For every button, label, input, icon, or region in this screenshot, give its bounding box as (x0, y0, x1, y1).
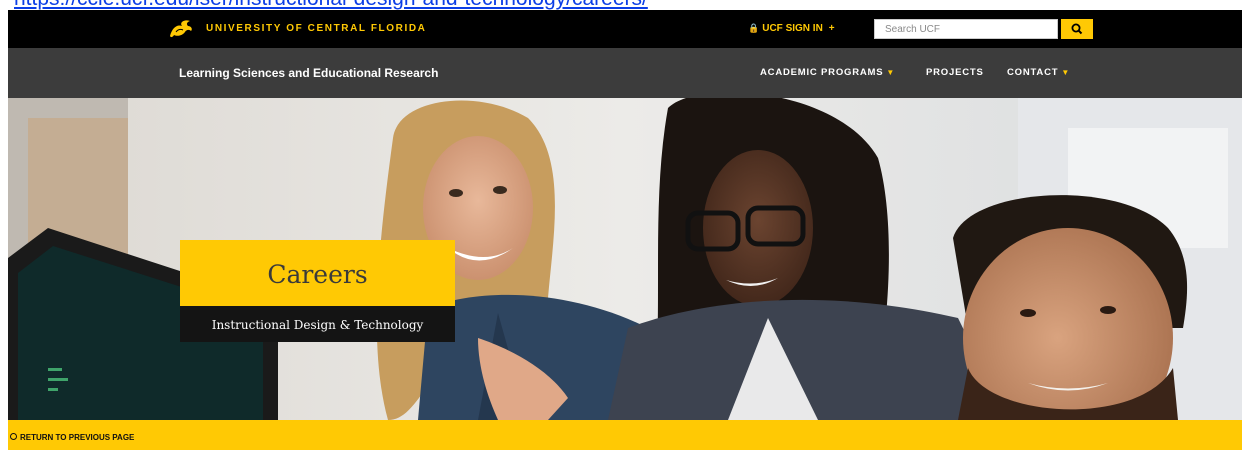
nav-item-projects[interactable]: PROJECTS (926, 67, 984, 78)
return-bar: RETURN TO PREVIOUS PAGE (8, 420, 1242, 450)
return-to-previous-page-link[interactable]: RETURN TO PREVIOUS PAGE (10, 433, 134, 442)
nav-item-label: ACADEMIC PROGRAMS (760, 67, 884, 78)
lock-icon: 🔒 (748, 23, 760, 33)
return-label: RETURN TO PREVIOUS PAGE (20, 433, 135, 442)
site-nav: Learning Sciences and Educational Resear… (8, 48, 1242, 98)
hero-banner: Careers Instructional Design & Technolog… (8, 98, 1242, 420)
site-title[interactable]: Learning Sciences and Educational Resear… (179, 66, 438, 80)
nav-item-contact[interactable]: CONTACT ▼ (1007, 67, 1070, 78)
university-name[interactable]: UNIVERSITY OF CENTRAL FLORIDA (206, 23, 426, 34)
hero-subtitle-box: Instructional Design & Technology (180, 306, 455, 342)
caret-down-icon: ▼ (1061, 68, 1071, 77)
nav-item-label: CONTACT (1007, 67, 1059, 78)
search-input[interactable] (874, 19, 1058, 39)
signin-prefix: UCF (762, 23, 783, 34)
hero-subtitle: Instructional Design & Technology (211, 318, 424, 332)
signin-label: SIGN IN (785, 23, 823, 34)
circle-icon (10, 433, 17, 440)
ucf-signin-link[interactable]: 🔒 UCF SIGN IN + (748, 23, 835, 34)
url-strip: https://ccie.ucf.edu/lser/instructional-… (0, 0, 1250, 10)
caret-down-icon: ▼ (886, 68, 896, 77)
search-icon (1071, 23, 1083, 35)
page-url-link[interactable]: https://ccie.ucf.edu/lser/instructional-… (14, 0, 648, 10)
nav-item-academic-programs[interactable]: ACADEMIC PROGRAMS ▼ (760, 67, 895, 78)
nav-item-label: PROJECTS (926, 67, 984, 78)
ucf-header-bar: UNIVERSITY OF CENTRAL FLORIDA 🔒 UCF SIGN … (8, 10, 1242, 48)
search-button[interactable] (1061, 19, 1093, 39)
plus-icon: + (828, 23, 835, 34)
hero-title: Careers (267, 260, 368, 289)
ucf-pegasus-logo-icon[interactable] (168, 18, 194, 40)
hero-title-box: Careers (180, 240, 455, 306)
